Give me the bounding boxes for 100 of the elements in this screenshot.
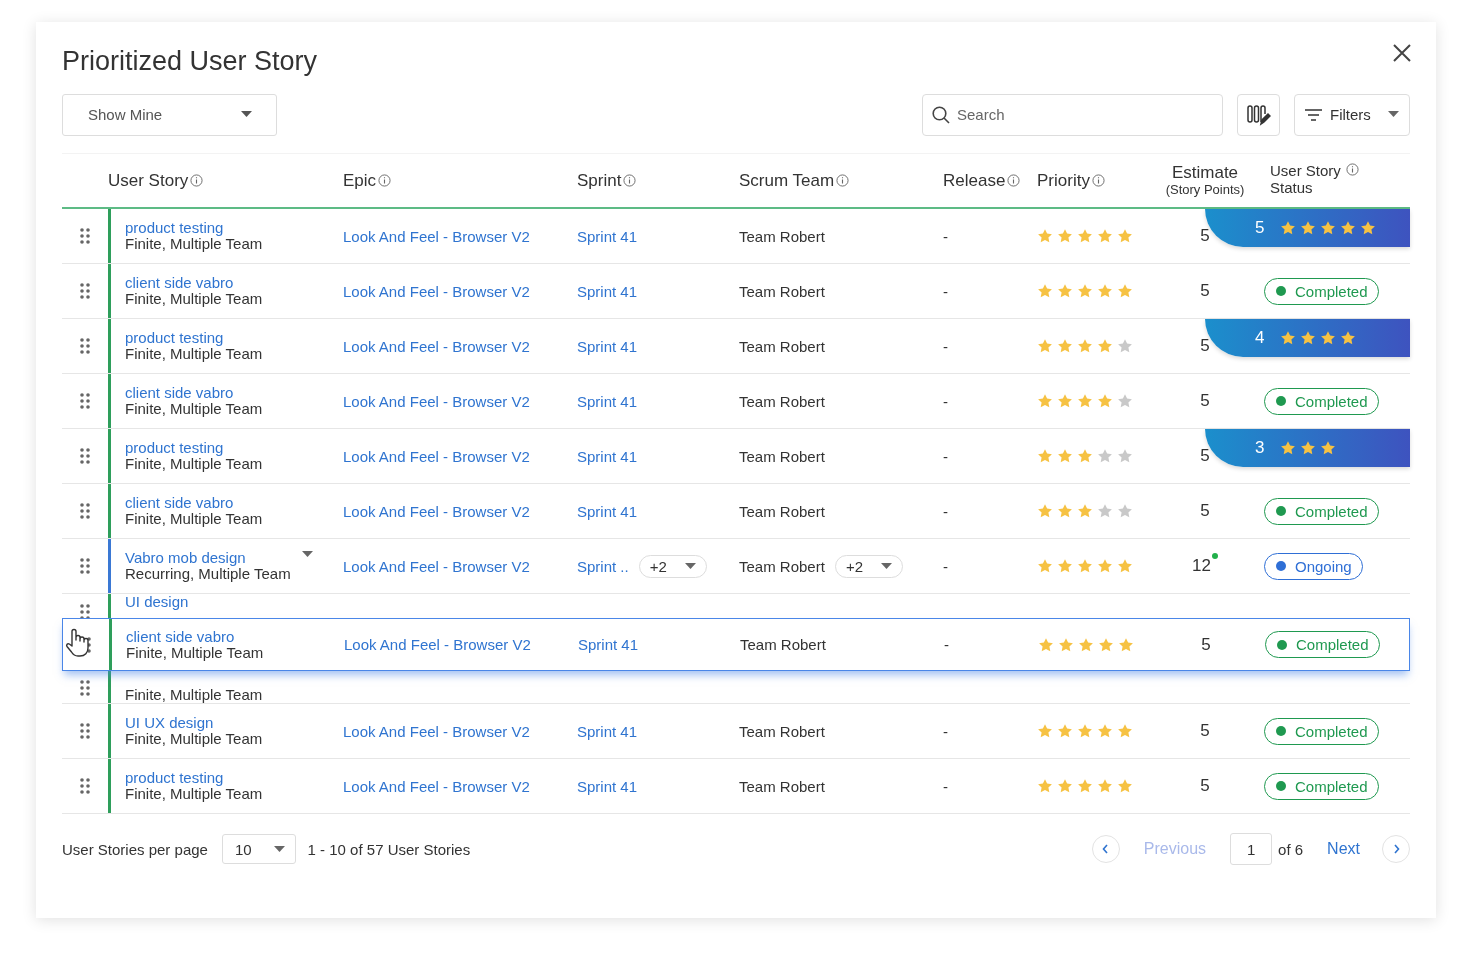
team-name: Team Robert: [740, 636, 826, 653]
star-icon: [1077, 228, 1093, 244]
epic-link[interactable]: Look And Feel - Browser V2: [343, 392, 530, 410]
sprint-link[interactable]: Sprint 41: [577, 502, 638, 520]
sprint-link[interactable]: Sprint 41: [578, 636, 639, 653]
estimate-value: 5: [1201, 634, 1211, 655]
release-value: -: [943, 557, 948, 575]
column-header: User Story: [108, 172, 189, 189]
star-icon: [1057, 778, 1073, 794]
filters-dropdown[interactable]: Filters: [1294, 93, 1410, 136]
column-edit-button[interactable]: [1237, 93, 1280, 136]
star-icon: [1077, 778, 1093, 794]
drag-handle-icon[interactable]: [80, 338, 90, 354]
drag-handle-icon[interactable]: [80, 778, 90, 794]
status-label: Completed: [1296, 636, 1369, 653]
epic-link[interactable]: Look And Feel - Browser V2: [343, 227, 530, 245]
star-icon: [1078, 636, 1094, 653]
story-link[interactable]: client side vabro: [125, 275, 263, 291]
star-icon: [1340, 220, 1357, 236]
estimate-value: 5: [1200, 226, 1210, 246]
star-icon: [1097, 503, 1113, 519]
star-icon: [1037, 778, 1053, 794]
star-icon: [1340, 330, 1357, 346]
story-link[interactable]: product testing: [125, 220, 263, 236]
star-icon: [1098, 636, 1114, 653]
epic-link[interactable]: Look And Feel - Browser V2: [343, 557, 530, 575]
epic-link[interactable]: Look And Feel - Browser V2: [343, 337, 530, 355]
release-value: -: [943, 392, 948, 410]
sprint-link[interactable]: Sprint ..: [577, 557, 629, 575]
more-dropdown[interactable]: +2: [834, 554, 903, 578]
next-link[interactable]: Next: [1327, 840, 1360, 858]
story-link[interactable]: client side vabro: [126, 628, 264, 645]
drag-handle-icon[interactable]: [80, 283, 90, 299]
star-icon: [1320, 220, 1337, 236]
release-value: -: [943, 337, 948, 355]
search-icon: [932, 105, 950, 124]
sprint-link[interactable]: Sprint 41: [577, 722, 638, 740]
story-link[interactable]: product testing: [125, 440, 263, 456]
sprint-link[interactable]: Sprint 41: [577, 227, 638, 245]
story-link[interactable]: product testing: [125, 770, 263, 786]
star-icon: [1097, 448, 1113, 464]
drag-handle-icon[interactable]: [80, 503, 90, 519]
caret-icon: [241, 111, 252, 118]
epic-link[interactable]: Look And Feel - Browser V2: [343, 777, 530, 795]
team-name: Team Robert: [739, 502, 825, 520]
story-link[interactable]: UI UX design: [125, 715, 263, 731]
close-icon: [1393, 44, 1411, 62]
expand-caret-icon[interactable]: [302, 551, 313, 558]
drag-handle-icon[interactable]: [80, 228, 90, 244]
sprint-link[interactable]: Sprint 41: [577, 392, 638, 410]
drag-handle-icon[interactable]: [80, 558, 90, 574]
story-link[interactable]: product testing: [125, 330, 263, 346]
view-dropdown[interactable]: Show Mine: [62, 93, 277, 136]
page-field[interactable]: 1: [1230, 833, 1273, 865]
team-name: Team Robert: [739, 282, 825, 300]
search-field[interactable]: Search: [922, 93, 1223, 136]
team-name: Team Robert: [739, 557, 825, 575]
release-value: -: [943, 777, 948, 795]
drag-handle-icon[interactable]: [80, 604, 90, 620]
column-header: Epic: [343, 172, 377, 189]
team-name: Team Robert: [739, 447, 825, 465]
chevron-right-icon: [1392, 844, 1400, 854]
star-icon: [1117, 338, 1133, 354]
star-icon: [1037, 338, 1053, 354]
story-link[interactable]: Vabro mob design: [125, 550, 291, 566]
story-type: Finite, Multiple Team: [125, 687, 263, 703]
sprint-link[interactable]: Sprint 41: [577, 777, 638, 795]
status-label: Ongoing: [1295, 557, 1352, 575]
release-value: -: [943, 722, 948, 740]
story-link[interactable]: client side vabro: [125, 385, 263, 401]
per-page-select[interactable]: 10: [221, 834, 296, 864]
epic-link[interactable]: Look And Feel - Browser V2: [344, 636, 531, 653]
drag-handle-icon[interactable]: [80, 393, 90, 409]
team-name: Team Robert: [739, 777, 825, 795]
star-icon: [1057, 723, 1073, 739]
estimate-value: 5: [1200, 776, 1210, 796]
drag-handle-icon[interactable]: [80, 680, 90, 696]
sprint-link[interactable]: Sprint 41: [577, 447, 638, 465]
status-label: Completed: [1295, 392, 1368, 410]
release-value: -: [943, 227, 948, 245]
estimate-value: 5: [1200, 336, 1210, 356]
story-type: Finite, Multiple Team: [125, 291, 263, 307]
star-icon: [1037, 558, 1053, 574]
sprint-link[interactable]: Sprint 41: [577, 282, 638, 300]
drag-handle-icon[interactable]: [80, 723, 90, 739]
star-icon: [1300, 440, 1317, 456]
epic-link[interactable]: Look And Feel - Browser V2: [343, 502, 530, 520]
epic-link[interactable]: Look And Feel - Browser V2: [343, 447, 530, 465]
column-header: Estimate: [1171, 163, 1239, 181]
epic-link[interactable]: Look And Feel - Browser V2: [343, 722, 530, 740]
epic-link[interactable]: Look And Feel - Browser V2: [343, 282, 530, 300]
sprint-link[interactable]: Sprint 41: [577, 337, 638, 355]
more-dropdown[interactable]: +2: [638, 554, 707, 578]
star-icon: [1117, 778, 1133, 794]
team-name: Team Robert: [739, 392, 825, 410]
estimate-value: 5: [1200, 721, 1210, 741]
story-link[interactable]: UI design: [125, 594, 189, 610]
chevron-left-icon: [1102, 844, 1110, 854]
story-link[interactable]: client side vabro: [125, 495, 263, 511]
drag-handle-icon[interactable]: [80, 448, 90, 464]
